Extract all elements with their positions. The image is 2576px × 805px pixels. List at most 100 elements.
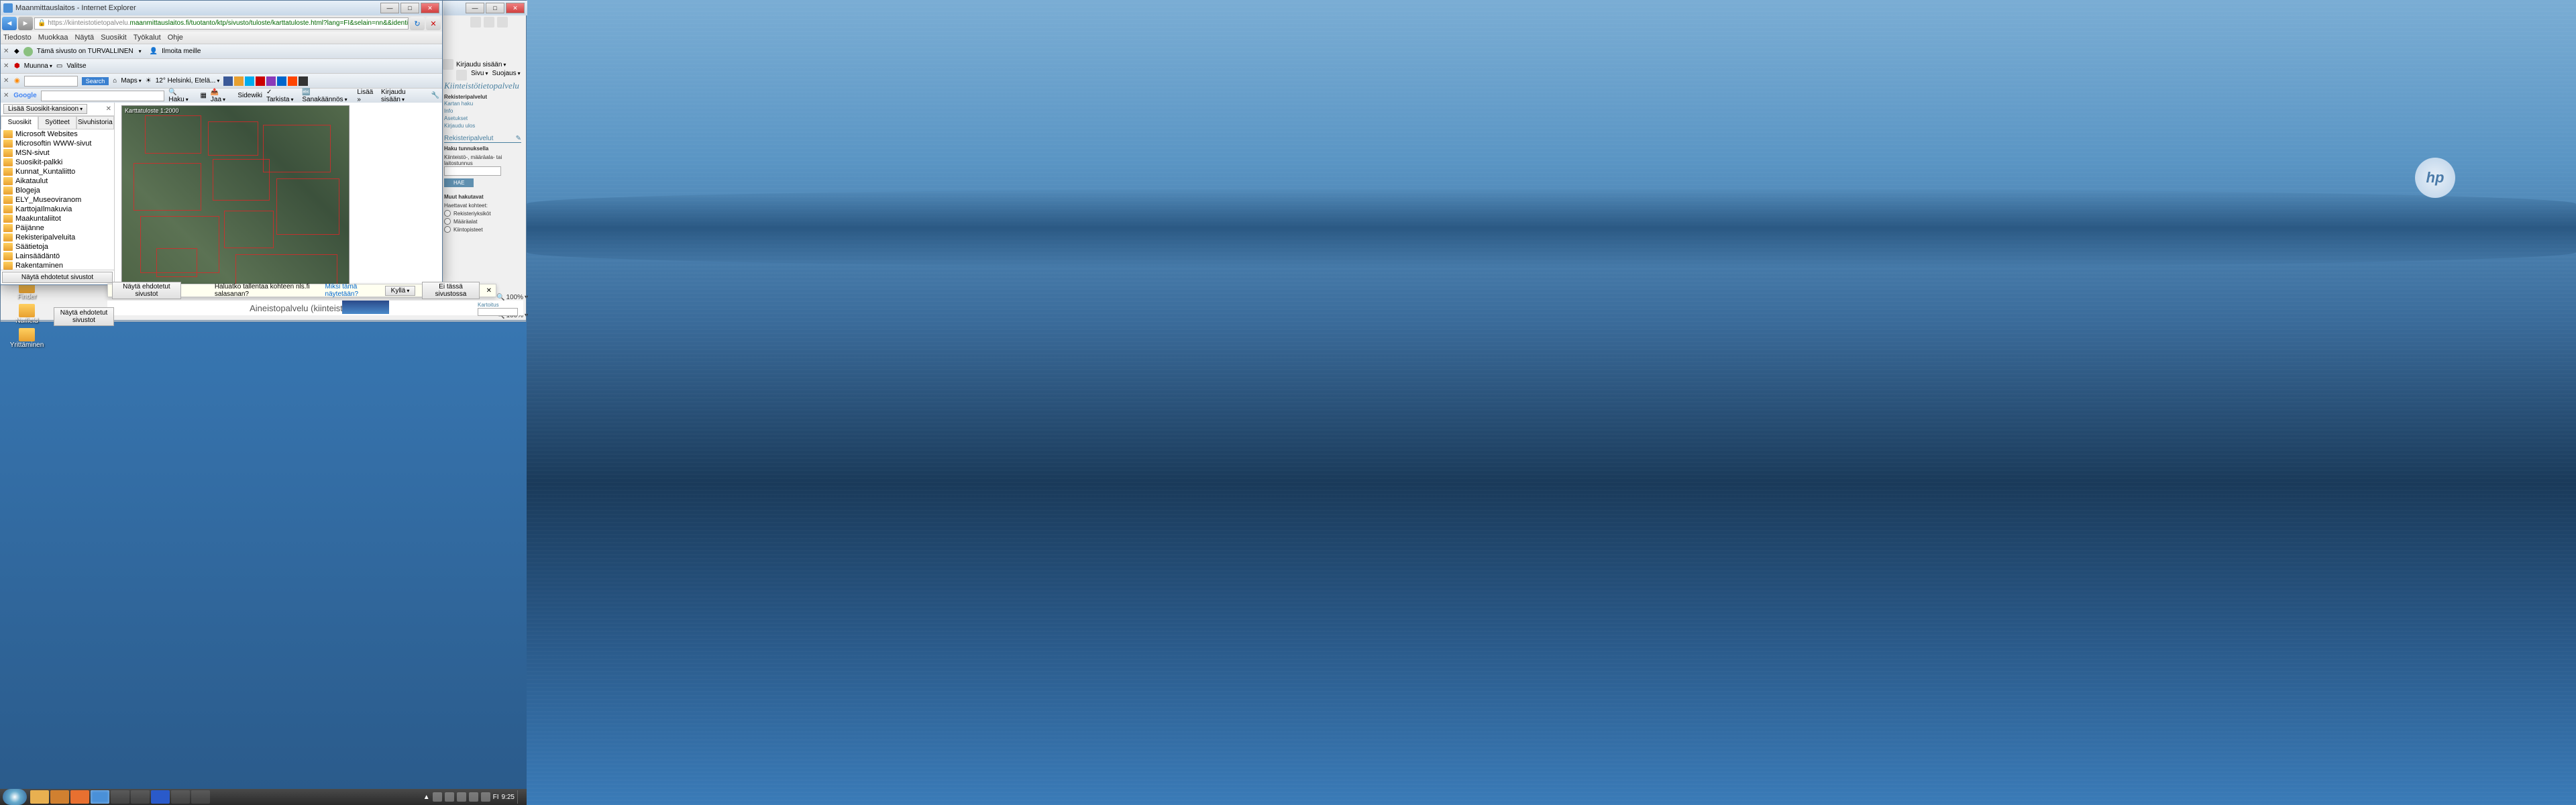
google-lisaa[interactable]: Lisää » [357,89,377,103]
start-button[interactable] [3,789,27,805]
rp-radio-kiintopisteet-input[interactable] [444,226,451,233]
bing-search-button[interactable]: Search [82,77,109,85]
favorites-list[interactable]: Microsoft WebsitesMicrosoftin WWW-sivutM… [1,129,114,270]
tray-lang[interactable]: FI [493,794,499,801]
taskbar-word[interactable] [151,790,170,804]
under-print-icon[interactable] [456,70,467,80]
favorites-item[interactable]: Microsoftin WWW-sivut [1,139,114,148]
ie-titlebar[interactable]: Maanmittauslaitos - Internet Explorer — … [1,1,442,15]
favorites-item[interactable]: Päijänne [1,223,114,233]
tray-icon-2[interactable] [445,792,454,802]
rp-radio-rekisteri[interactable]: Rekisteriyksiköt [444,210,521,217]
amazon-icon[interactable] [234,76,244,86]
favorites-item[interactable]: Rakentaminen [1,261,114,270]
wot-close[interactable]: ✕ [3,48,10,55]
show-desktop-button[interactable] [517,790,523,804]
menu-ohje[interactable]: Ohje [168,34,183,42]
rp-radio-maaraalat[interactable]: Määräalat [444,218,521,225]
bing-maps[interactable]: Maps [121,77,141,85]
favorites-item[interactable]: Kunnat_Kuntaliitto [1,167,114,176]
twitter-icon[interactable] [245,76,254,86]
fav-tab-suosikit[interactable]: Suosikit [1,116,38,129]
google-jaa[interactable]: 📤 Jaa [211,89,233,103]
rp-radio-rekisteri-input[interactable] [444,210,451,217]
taskbar-app3[interactable] [171,790,190,804]
rp-hae-button[interactable]: HAE [444,178,474,187]
tray-clock[interactable]: 9:25 [502,794,515,801]
desktop-icon-yrittaminen[interactable]: Yrittäminen [0,327,54,350]
bing-close[interactable]: ✕ [3,77,10,85]
under-sivu-label[interactable]: Sivu [471,70,488,80]
show-suggested-sites-button[interactable]: Näytä ehdotetut sivustot [2,272,113,283]
pdf-valitse[interactable]: Valitse [66,62,86,70]
wot-dropdown[interactable] [138,48,142,55]
favorites-item[interactable]: Suosikit-palkki [1,158,114,167]
maximize-button[interactable]: □ [400,3,419,13]
taskbar-outlook[interactable] [50,790,69,804]
google-kirjaudu[interactable]: Kirjaudu sisään [381,89,427,103]
pdf-muunna[interactable]: Muunna [24,62,52,70]
why-shown-link[interactable]: Miksi tämä näytetään? [325,283,378,298]
fav-tab-syotteet[interactable]: Syötteet [38,116,76,129]
menu-nayta[interactable]: Näytä [74,34,94,42]
minimize-button[interactable]: — [380,3,399,13]
bing-search-input[interactable] [24,76,78,87]
rp-radio-maaraalat-input[interactable] [444,218,451,225]
favorites-item[interactable]: Maakuntaliitot [1,214,114,223]
rp-link-kartan-haku[interactable]: Kartan haku [444,100,521,107]
rp-edit-icon[interactable]: ✎ [516,135,521,142]
google-tarkista[interactable]: ✓ Tarkista [266,89,298,103]
bing-weather[interactable]: 12° Helsinki, Etelä... [156,77,220,85]
youtube-icon[interactable] [256,76,265,86]
desktop-icon-nuffield[interactable]: Nuffield [0,303,54,326]
notification-close[interactable]: ✕ [486,287,492,294]
favorites-item[interactable]: Microsoft Websites [1,129,114,139]
taskbar-explorer[interactable] [30,790,49,804]
stop-button[interactable]: ✕ [426,17,441,30]
cadastral-map[interactable]: Karttatuloste 1:2000 © Maanmittauslaitos [121,105,350,284]
linkedin-icon[interactable] [277,76,286,86]
taskbar-app2[interactable] [131,790,150,804]
google-close[interactable]: ✕ [3,92,9,99]
google-search-input[interactable] [41,91,165,101]
tray-icon-1[interactable] [433,792,442,802]
favorites-item[interactable]: Blogeja [1,186,114,195]
menu-tyokalut[interactable]: Työkalut [133,34,161,42]
add-to-favorites-button[interactable]: Lisää Suosikit-kansioon [3,104,87,114]
under-suggest-button[interactable]: Näytä ehdotetut sivustot [54,307,114,326]
not-here-button[interactable]: Ei tässä sivustossa [422,282,479,299]
ebay-icon[interactable] [266,76,276,86]
reddit-icon[interactable] [288,76,297,86]
under-search-input[interactable] [478,308,518,316]
tray-volume-icon[interactable] [481,792,490,802]
google-wrench-icon[interactable]: 🔧 [431,92,439,99]
favorites-item[interactable]: Lainsäädäntö [1,252,114,261]
rp-tunnus-input[interactable] [444,166,501,176]
google-sidewiki[interactable]: Sidewiki [237,92,262,99]
fav-tab-sivuhistoria[interactable]: Sivuhistoria [76,116,114,129]
wot-report[interactable]: Ilmoita meille [162,48,201,55]
google-sanakaannos[interactable]: 🔤 Sanakäännös [302,89,353,103]
taskbar-ie[interactable] [91,790,109,804]
rp-radio-kiintopisteet[interactable]: Kiintopisteet [444,226,521,233]
under-suojaus-label[interactable]: Suojaus [492,70,520,80]
google-haku[interactable]: 🔍 Haku [168,89,196,103]
address-bar[interactable]: 🔒 https://kiinteistotietopalvelu.maanmit… [34,17,409,30]
rp-link-asetukset[interactable]: Asetukset [444,115,521,122]
back-button[interactable]: ◄ [2,17,17,30]
menu-suosikit[interactable]: Suosikit [101,34,127,42]
suggest-sites-button[interactable]: Näytä ehdotetut sivustot [112,282,181,299]
under-kirjaudu-label[interactable]: Kirjaudu sisään [456,61,506,68]
pdf-close[interactable]: ✕ [3,62,10,70]
taskbar-firefox[interactable] [70,790,89,804]
under-login-icon[interactable] [443,59,453,70]
rp-link-info[interactable]: Info [444,107,521,115]
tray-expand-icon[interactable]: ▲ [423,794,430,801]
favorites-item[interactable]: ELY_Museoviranom [1,195,114,205]
menu-tiedosto[interactable]: Tiedosto [3,34,32,42]
more-icon[interactable] [299,76,308,86]
menu-muokkaa[interactable]: Muokkaa [38,34,68,42]
bing-home-icon[interactable]: ⌂ [113,77,117,85]
favorites-item[interactable]: MSN-sivut [1,148,114,158]
tray-icon-3[interactable] [457,792,466,802]
